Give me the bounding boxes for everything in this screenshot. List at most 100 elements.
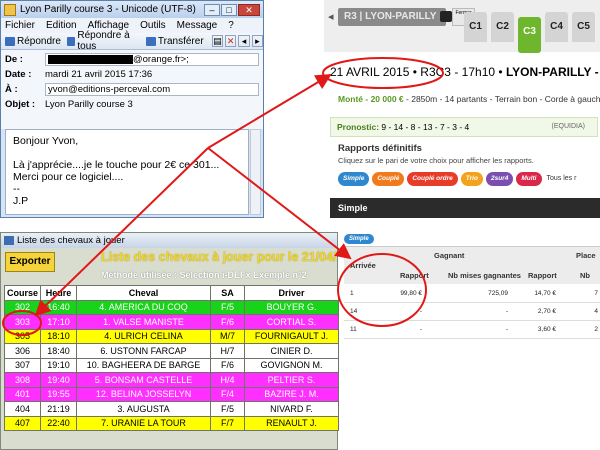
horse-row[interactable]: 307 19:10 10. BAGHEERA DE BARGE F/6 GOVIGNON… bbox=[3, 357, 340, 373]
bet-trio[interactable]: Trio bbox=[460, 172, 483, 186]
cell-course: 404 bbox=[3, 401, 42, 417]
cell-heure: 16:40 bbox=[40, 299, 78, 315]
reply-button[interactable]: Répondre bbox=[5, 36, 61, 47]
cell-course: 307 bbox=[3, 357, 42, 373]
email-scrollbar[interactable] bbox=[250, 129, 261, 215]
to-row: À : yvon@editions-perceval.com bbox=[5, 82, 259, 97]
body-line: -- bbox=[13, 183, 20, 195]
cell-driver: CINIER D. bbox=[244, 343, 340, 359]
date-row: Date : mardi 21 avril 2015 17:36 bbox=[5, 67, 259, 82]
email-window-title: Lyon Parilly course 3 - Unicode (UTF-8) bbox=[20, 4, 196, 15]
minimize-button[interactable]: – bbox=[204, 3, 220, 16]
header-place: Place bbox=[576, 251, 596, 260]
forward-button[interactable]: Transférer bbox=[145, 36, 204, 47]
header-arrivee: Arrivée bbox=[350, 261, 376, 270]
to-field: yvon@editions-perceval.com bbox=[45, 83, 259, 96]
simple-section-bar: Simple bbox=[330, 198, 600, 218]
body-line: J.P bbox=[13, 195, 29, 207]
meeting-tag[interactable]: R3 | LYON-PARILLY bbox=[338, 8, 452, 26]
horse-row[interactable]: 302 16:40 4. AMERICA DU COQ F/5 BOUYER G. bbox=[3, 299, 340, 315]
tab-c3[interactable]: C3 bbox=[518, 17, 541, 53]
horse-row[interactable]: 401 19:55 12. BELINA JOSSELYN F/4 BAZIRE J. … bbox=[3, 386, 340, 402]
bet-2sur4[interactable]: 2sur4 bbox=[485, 172, 514, 186]
race-website: ◂ R3 | LYON-PARILLY Fermer C1 C2 C3 C4 C… bbox=[324, 0, 600, 218]
results-panel: Simple Gagnant Place Arrivée Rapport Nb … bbox=[338, 230, 600, 340]
bet-multi[interactable]: Multi bbox=[516, 172, 542, 186]
race-title: 21 AVRIL 2015 • R3C3 - 17h10 • LYON-PARI… bbox=[330, 65, 600, 79]
horse-list-window-title: Liste des chevaux à jouer bbox=[17, 235, 125, 246]
horse-row[interactable]: 303 17:10 1. VALSE MANISTE F/6 CORTIAL S. bbox=[3, 314, 340, 330]
horse-row[interactable]: 308 19:40 5. BONSAM CASTELLE H/4 PELTIER S. bbox=[3, 372, 340, 388]
bet-couple-ordre[interactable]: Couplé ordre bbox=[407, 172, 458, 186]
cell-driver: BAZIRE J. M. bbox=[244, 386, 340, 402]
horse-row[interactable]: 306 18:40 6. USTONN FARCAP H/7 CINIER D. bbox=[3, 343, 340, 359]
body-line: Merci pour ce logiciel.... bbox=[13, 171, 124, 183]
cell-course: 305 bbox=[3, 328, 42, 344]
cell-cheval: 1. VALSE MANISTE bbox=[76, 314, 212, 330]
bet-type-tabs: Simple Couplé Couplé ordre Trio 2sur4 Mu… bbox=[338, 172, 576, 186]
tab-c4[interactable]: C4 bbox=[545, 12, 568, 42]
race-code: R3C3 bbox=[420, 65, 451, 79]
rapports-hint: Cliquez sur le pari de votre choix pour … bbox=[338, 156, 534, 165]
header-rapport: Rapport bbox=[400, 271, 429, 280]
horse-row[interactable]: 305 18:10 4. ULRICH CELINA M/7 FOURNIGAULT J… bbox=[3, 328, 340, 344]
print-icon[interactable]: ▤ bbox=[211, 35, 223, 47]
back-arrow-icon[interactable]: ◂ bbox=[328, 10, 334, 23]
delete-icon[interactable]: ✕ bbox=[225, 35, 237, 47]
horse-row[interactable]: 404 21:19 3. AUGUSTA F/5 NIVARD F. bbox=[3, 401, 340, 417]
race-header-bar: ◂ R3 | LYON-PARILLY Fermer C1 C2 C3 C4 C… bbox=[324, 0, 600, 53]
body-line: Bonjour Yvon, bbox=[13, 135, 79, 147]
column-course[interactable]: Course bbox=[3, 285, 42, 301]
column-heure[interactable]: Heure bbox=[40, 285, 78, 301]
header-gagnant: Gagnant bbox=[434, 251, 465, 260]
email-body[interactable]: Bonjour Yvon, Là j'apprécie....je le tou… bbox=[5, 129, 249, 215]
next-icon[interactable]: ▸ bbox=[251, 35, 264, 47]
cell-heure: 19:10 bbox=[40, 357, 78, 373]
email-toolbar: Répondre Répondre à tous Transférer ▤ ✕ … bbox=[1, 30, 264, 52]
cell-course: 302 bbox=[3, 299, 42, 315]
cell-sa: F/7 bbox=[210, 415, 246, 431]
export-button[interactable]: Exporter bbox=[5, 252, 55, 272]
menu-fichier[interactable]: Fichier bbox=[5, 20, 35, 31]
cell-cheval: 4. AMERICA DU COQ bbox=[76, 299, 212, 315]
header-rapport-place: Rapport bbox=[528, 271, 557, 280]
reply-all-button[interactable]: Répondre à tous bbox=[66, 30, 140, 52]
result-row: 14 - - 2,70 € 4 bbox=[344, 303, 600, 321]
menu-message[interactable]: Message bbox=[177, 20, 218, 31]
race-details: Monté - 20 000 € - 2850m - 14 partants -… bbox=[338, 94, 600, 104]
horse-row[interactable]: 407 22:40 7. URANIE LA TOUR F/7 RENAULT J. bbox=[3, 415, 340, 431]
close-button[interactable]: ✕ bbox=[238, 3, 260, 16]
horse-list-heading: Liste des chevaux à jouer pour le 21/04/… bbox=[101, 250, 338, 264]
race-time: 17h10 bbox=[461, 65, 496, 79]
menu-help[interactable]: ? bbox=[228, 20, 234, 31]
cell-heure: 19:40 bbox=[40, 372, 78, 388]
result-row: 11 - - 3,60 € 2 bbox=[344, 321, 600, 339]
column-cheval[interactable]: Cheval bbox=[76, 285, 212, 301]
maximize-button[interactable]: □ bbox=[221, 3, 237, 16]
column-sa[interactable]: SA bbox=[210, 285, 246, 301]
email-headers: De : @orange.fr>; Date : mardi 21 avril … bbox=[1, 50, 263, 129]
cell-cheval: 4. ULRICH CELINA bbox=[76, 328, 212, 344]
previous-icon[interactable]: ◂ bbox=[238, 35, 250, 47]
tab-c1[interactable]: C1 bbox=[464, 12, 487, 42]
header-nb-mises: Nb mises gagnantes bbox=[448, 271, 521, 280]
redacted-block bbox=[48, 54, 133, 64]
cell-cheval: 12. BELINA JOSSELYN bbox=[76, 386, 212, 402]
bet-simple[interactable]: Simple bbox=[338, 172, 370, 186]
bet-couple[interactable]: Couplé bbox=[372, 172, 405, 186]
tab-c2[interactable]: C2 bbox=[491, 12, 514, 42]
pronostic-box: Pronostic: 9 - 14 - 8 - 13 - 7 - 3 - 4 (… bbox=[330, 117, 598, 137]
header-nb-place: Nb bbox=[580, 271, 590, 280]
cell-driver: BOUYER G. bbox=[244, 299, 340, 315]
cell-driver: PELTIER S. bbox=[244, 372, 340, 388]
forward-icon bbox=[145, 36, 156, 46]
all-bets-link[interactable]: Tous les r bbox=[547, 172, 577, 186]
result-row: 1 99,80 € 725,09 14,70 € 7 bbox=[344, 285, 600, 303]
cell-cheval: 3. AUGUSTA bbox=[76, 401, 212, 417]
menu-outils[interactable]: Outils bbox=[140, 20, 166, 31]
cell-heure: 18:10 bbox=[40, 328, 78, 344]
tab-c5[interactable]: C5 bbox=[572, 12, 595, 42]
cell-cheval: 5. BONSAM CASTELLE bbox=[76, 372, 212, 388]
cell-sa: F/4 bbox=[210, 386, 246, 402]
column-driver[interactable]: Driver bbox=[244, 285, 340, 301]
